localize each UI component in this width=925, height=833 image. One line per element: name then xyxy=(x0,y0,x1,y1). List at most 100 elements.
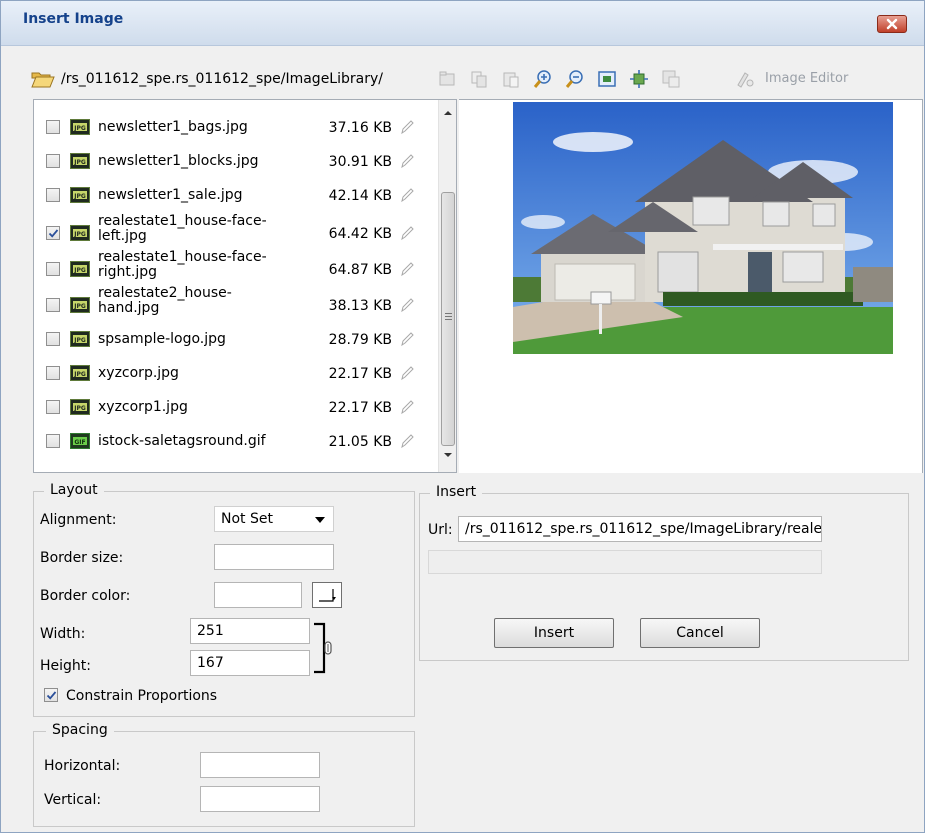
gif-file-icon: GIF xyxy=(70,433,90,449)
properties-icon[interactable] xyxy=(661,69,681,89)
file-list-scrollbar[interactable] xyxy=(438,100,456,472)
border-color-picker[interactable] xyxy=(312,582,342,608)
jpg-file-icon: JPG xyxy=(70,331,90,347)
color-picker-dropdown-icon xyxy=(319,589,336,602)
jpg-file-icon: JPG xyxy=(70,399,90,415)
rename-pencil-icon[interactable] xyxy=(400,399,414,415)
dialog-title: Insert Image xyxy=(23,11,124,27)
zoom-in-icon[interactable] xyxy=(533,69,553,89)
svg-text:JPG: JPG xyxy=(73,405,86,412)
actual-size-icon[interactable] xyxy=(629,69,649,89)
constrain-proportions-checkbox[interactable] xyxy=(44,688,58,702)
file-row[interactable]: GIF istock-saletagsround.gif 21.05 KB xyxy=(34,424,434,458)
jpg-file-icon: JPG xyxy=(70,261,90,277)
scroll-down-arrow-icon[interactable] xyxy=(443,452,453,458)
image-editor-icon[interactable] xyxy=(735,69,755,89)
alignment-select[interactable]: Not Set xyxy=(214,506,334,532)
file-size: 28.79 KB xyxy=(328,332,392,348)
file-checkbox[interactable] xyxy=(46,298,60,312)
file-size: 22.17 KB xyxy=(328,400,392,416)
file-checkbox[interactable] xyxy=(46,366,60,380)
constrain-link-icon[interactable] xyxy=(312,622,334,674)
file-checkbox[interactable] xyxy=(46,188,60,202)
width-label: Width: xyxy=(40,626,86,642)
jpg-file-icon: JPG xyxy=(70,225,90,241)
vertical-label: Vertical: xyxy=(44,792,102,808)
svg-text:GIF: GIF xyxy=(74,439,85,446)
file-size: 22.17 KB xyxy=(328,366,392,382)
svg-text:JPG: JPG xyxy=(73,303,86,310)
file-size: 37.16 KB xyxy=(328,120,392,136)
rename-pencil-icon[interactable] xyxy=(400,261,414,277)
close-icon xyxy=(886,18,898,30)
chevron-down-icon xyxy=(315,517,325,523)
rename-pencil-icon[interactable] xyxy=(400,153,414,169)
insert-legend: Insert xyxy=(430,484,483,500)
rename-pencil-icon[interactable] xyxy=(400,297,414,313)
border-size-label: Border size: xyxy=(40,550,124,566)
rename-pencil-icon[interactable] xyxy=(400,187,414,203)
scroll-up-arrow-icon[interactable] xyxy=(443,110,453,116)
file-row[interactable]: JPG newsletter1_blocks.jpg 30.91 KB xyxy=(34,144,434,178)
height-input[interactable]: 167 xyxy=(190,650,310,676)
svg-text:JPG: JPG xyxy=(73,371,86,378)
file-checkbox[interactable] xyxy=(46,262,60,276)
file-row[interactable]: JPG realestate1_house-face-right.jpg 64.… xyxy=(34,248,434,284)
jpg-file-icon: JPG xyxy=(70,297,90,313)
file-size: 21.05 KB xyxy=(328,434,392,450)
zoom-out-icon[interactable] xyxy=(565,69,585,89)
current-path: /rs_011612_spe.rs_011612_spe/ImageLibrar… xyxy=(61,71,383,87)
border-color-input[interactable] xyxy=(214,582,302,608)
file-name: newsletter1_bags.jpg xyxy=(98,119,248,135)
new-folder-icon[interactable] xyxy=(437,69,457,89)
layout-group: Layout Alignment: Not Set Border size: B… xyxy=(33,482,415,717)
cancel-button[interactable]: Cancel xyxy=(640,618,760,648)
paste-icon[interactable] xyxy=(501,69,521,89)
image-preview-area xyxy=(459,99,923,473)
file-checkbox-checked[interactable] xyxy=(46,226,60,240)
file-name: newsletter1_blocks.jpg xyxy=(98,153,259,169)
horizontal-spacing-input[interactable] xyxy=(200,752,320,778)
height-label: Height: xyxy=(40,658,91,674)
file-list: JPG newsletter1_bags.jpg 37.16 KB JPG ne… xyxy=(33,99,457,473)
path-toolbar: /rs_011612_spe.rs_011612_spe/ImageLibrar… xyxy=(31,65,901,93)
spacing-group: Spacing Horizontal: Vertical: xyxy=(33,722,415,827)
file-name: realestate1_house-face-right.jpg xyxy=(98,249,267,280)
file-checkbox[interactable] xyxy=(46,434,60,448)
rename-pencil-icon[interactable] xyxy=(400,225,414,241)
file-row[interactable]: JPG realestate1_house-face-left.jpg 64.4… xyxy=(34,212,434,248)
vertical-spacing-input[interactable] xyxy=(200,786,320,812)
scroll-thumb[interactable] xyxy=(441,192,455,446)
file-row[interactable]: JPG xyzcorp.jpg 22.17 KB xyxy=(34,356,434,390)
image-editor-label[interactable]: Image Editor xyxy=(765,71,848,86)
file-checkbox[interactable] xyxy=(46,332,60,346)
url-label: Url: xyxy=(428,522,453,538)
checkmark-icon xyxy=(46,691,57,700)
file-row[interactable]: JPG xyzcorp1.jpg 22.17 KB xyxy=(34,390,434,424)
width-input[interactable]: 251 xyxy=(190,618,310,644)
rename-pencil-icon[interactable] xyxy=(400,433,414,449)
url-input[interactable]: /rs_011612_spe.rs_011612_spe/ImageLibrar… xyxy=(458,516,822,542)
rename-pencil-icon[interactable] xyxy=(400,119,414,135)
svg-text:JPG: JPG xyxy=(73,159,86,166)
insert-button[interactable]: Insert xyxy=(494,618,614,648)
file-row[interactable]: JPG spsample-logo.jpg 28.79 KB xyxy=(34,322,434,356)
rename-pencil-icon[interactable] xyxy=(400,331,414,347)
file-row[interactable]: JPG realestate2_house-hand.jpg 38.13 KB xyxy=(34,284,434,320)
checkmark-icon xyxy=(48,229,59,238)
file-checkbox[interactable] xyxy=(46,120,60,134)
file-size: 64.42 KB xyxy=(328,226,392,242)
fit-to-window-icon[interactable] xyxy=(597,69,617,89)
dialog-titlebar[interactable]: Insert Image xyxy=(1,1,924,46)
close-button[interactable] xyxy=(877,15,907,33)
file-checkbox[interactable] xyxy=(46,154,60,168)
alignment-label: Alignment: xyxy=(40,512,117,528)
border-size-input[interactable] xyxy=(214,544,334,570)
file-row[interactable]: JPG newsletter1_bags.jpg 37.16 KB xyxy=(34,110,434,144)
file-checkbox[interactable] xyxy=(46,400,60,414)
copy-icon[interactable] xyxy=(469,69,489,89)
file-size: 30.91 KB xyxy=(328,154,392,170)
rename-pencil-icon[interactable] xyxy=(400,365,414,381)
open-folder-icon[interactable] xyxy=(31,69,55,89)
file-row[interactable]: JPG newsletter1_sale.jpg 42.14 KB xyxy=(34,178,434,212)
